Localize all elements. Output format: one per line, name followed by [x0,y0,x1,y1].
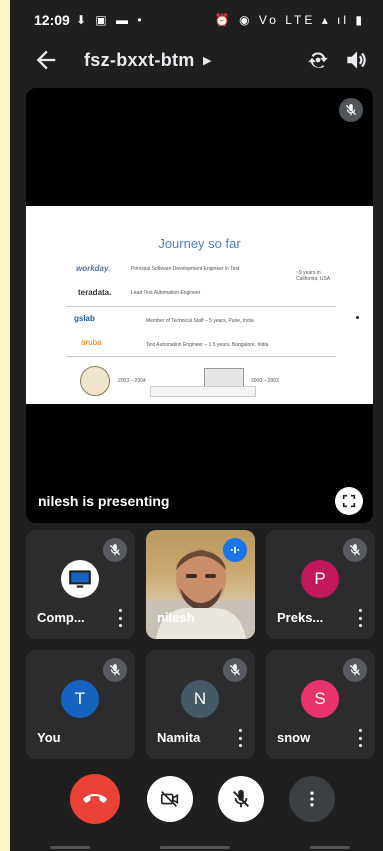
phone-screen: 12:09 ⬇ ▣ ▬ • ⏰ ◉ Vo LTE ▴ ıl ▮ fsz-bxxt… [10,0,383,851]
notification-icons: ⬇ ▣ ▬ • [76,13,145,27]
camera-off-icon [160,791,179,807]
system-nav-bar [10,843,383,851]
participant-avatar: P [301,560,339,598]
participant-tile[interactable]: P Preks... [266,530,375,639]
status-time: 12:09 [34,12,70,28]
chevron-right-icon[interactable]: ▶ [203,54,211,67]
shared-slide: Journey so far workday. Principal Softwa… [26,206,373,404]
mic-off-icon [109,544,121,556]
call-controls [10,774,383,828]
mic-off-icon [233,789,249,808]
system-status-icons: ⏰ ◉ Vo LTE ▴ ıl ▮ [214,13,365,27]
participant-name: Preks... [277,610,324,625]
participant-avatar: N [181,680,219,718]
presenter-muted-badge [339,98,363,122]
mic-off-icon [109,664,121,676]
slide-row-text: Test Automation Engineer – 1.5 years, Ba… [146,342,269,348]
camera-toggle-button[interactable] [147,776,193,822]
muted-badge [103,658,127,682]
slide-side-note: ~9 years in California, USA [296,270,331,282]
fullscreen-button[interactable] [335,487,363,515]
muted-badge [223,658,247,682]
fullscreen-icon [342,494,356,508]
slide-divider [66,306,336,307]
hang-up-icon [83,794,107,803]
participant-tile[interactable]: Comp... [26,530,135,639]
presentation-stage[interactable]: Journey so far workday. Principal Softwa… [26,88,373,523]
slide-title: Journey so far [158,236,241,251]
participant-name: Comp... [37,610,85,625]
mic-off-icon [345,104,357,116]
participant-more-button[interactable] [113,609,127,627]
workday-logo: workday. [76,264,111,273]
participant-more-button[interactable] [353,609,367,627]
audio-output-button[interactable] [343,47,369,73]
participant-tile[interactable]: T You [26,650,135,759]
participant-avatar: S [301,680,339,718]
end-call-button[interactable] [70,774,120,824]
meeting-code[interactable]: fsz-bxxt-btm [84,50,195,71]
university-seal-icon [80,366,110,396]
slide-years-left: 2003 – 2004 [118,378,146,384]
participant-tile[interactable]: S snow [266,650,375,759]
gslab-logo: gslab [74,314,95,323]
mic-toggle-button[interactable] [218,776,264,822]
slide-years-right: 2000 – 2003 [251,378,279,384]
participant-name: You [37,730,61,745]
participant-name: snow [277,730,311,745]
meeting-header: fsz-bxxt-btm ▶ [10,40,383,80]
mic-off-icon [349,664,361,676]
participant-video-tile[interactable]: nilesh [146,530,255,639]
more-vertical-icon [310,791,314,807]
muted-badge [343,658,367,682]
slide-row-text: Lead Test Automation Engineer [131,290,201,296]
computer-avatar [61,560,99,598]
teradata-logo: teradata. [78,288,112,297]
muted-badge [343,538,367,562]
participant-name: Namita [157,730,201,745]
aruba-logo: aruba [81,338,102,347]
participant-avatar: T [61,680,99,718]
mic-off-icon [229,664,241,676]
switch-camera-button[interactable] [305,47,331,73]
participant-name: nilesh [157,610,195,625]
slide-row-text: Principal Software Development Engineer … [131,266,240,272]
presenter-label: nilesh is presenting [38,493,170,509]
participant-more-button[interactable] [353,729,367,747]
computer-monitor-icon [69,570,91,588]
slide-toolbar-overlay [150,386,256,397]
speaker-icon [347,51,366,69]
arrow-left-icon [36,50,56,70]
participant-more-button[interactable] [233,729,247,747]
switch-camera-icon [308,52,328,68]
participant-tile[interactable]: N Namita [146,650,255,759]
status-bar: 12:09 ⬇ ▣ ▬ • ⏰ ◉ Vo LTE ▴ ıl ▮ [10,0,383,40]
back-button[interactable] [32,46,60,74]
speaking-indicator [223,538,247,562]
mic-off-icon [349,544,361,556]
muted-badge [103,538,127,562]
slide-row-text: Member of Technical Staff – 5 years, Pun… [146,318,254,324]
slide-divider [66,356,336,357]
more-options-button[interactable] [289,776,335,822]
slide-pointer-dot [356,316,359,319]
audio-level-icon [230,546,240,554]
